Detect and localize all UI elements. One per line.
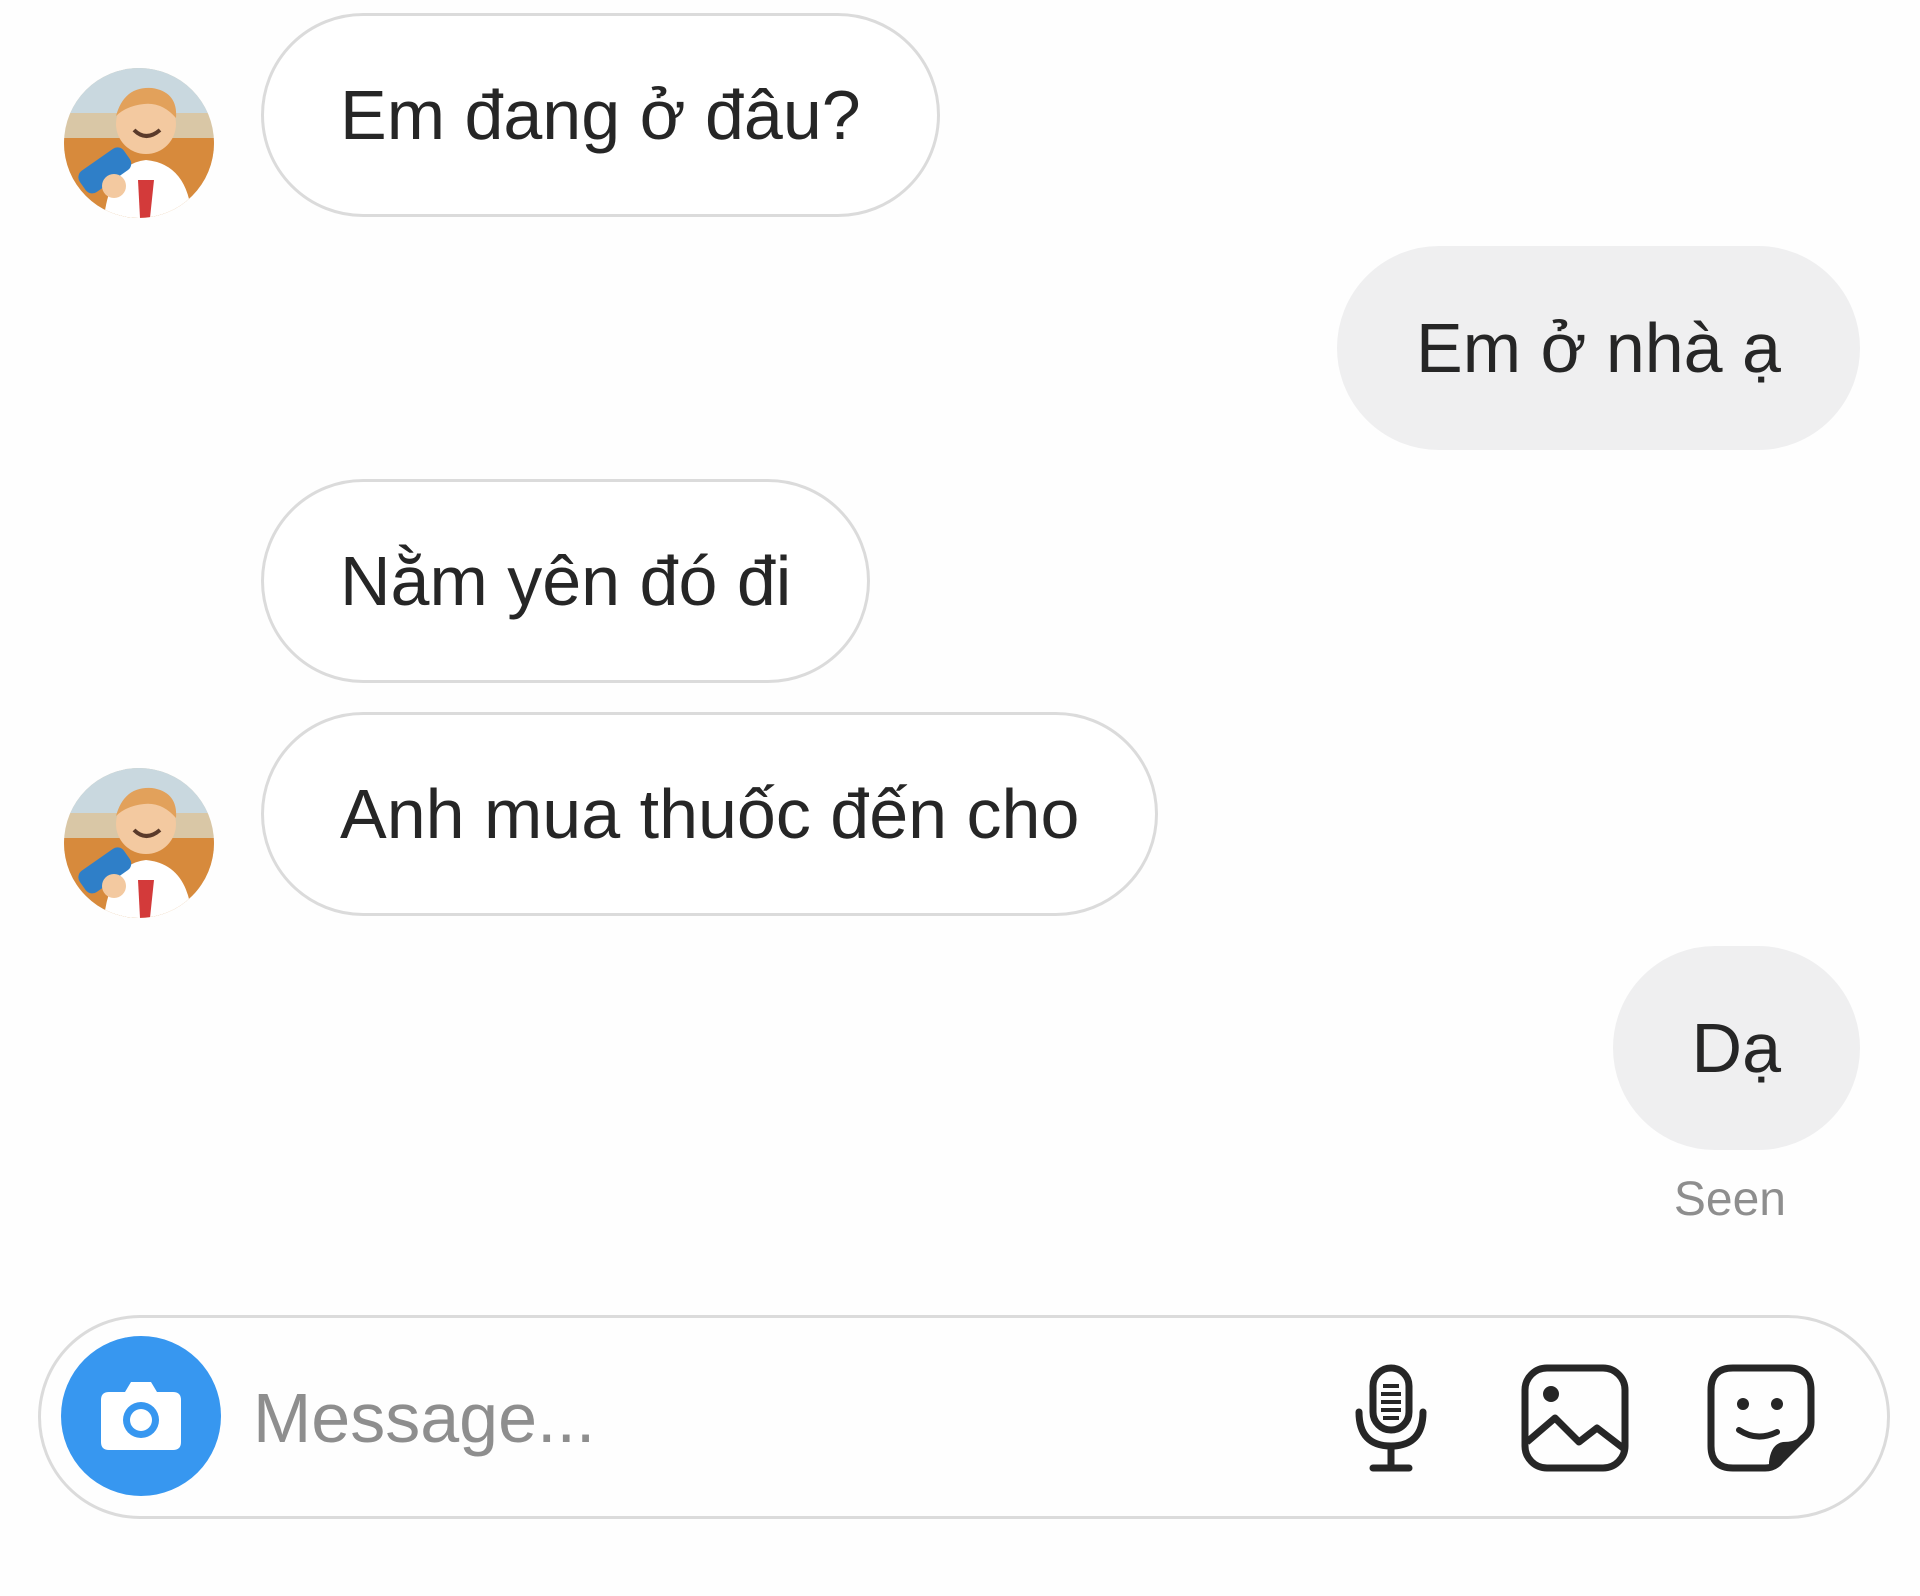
seen-status: Seen — [1673, 1173, 1786, 1226]
message-bubble-incoming[interactable]: Anh mua thuốc đến cho — [261, 712, 1159, 916]
contact-avatar-image — [64, 68, 214, 218]
contact-avatar[interactable] — [64, 768, 214, 918]
message-bubble-outgoing[interactable]: Dạ — [1612, 946, 1860, 1150]
message-text: Em đang ở đâu? — [340, 76, 861, 154]
camera-icon — [101, 1382, 181, 1450]
message-text: Em ở nhà ạ — [1416, 309, 1781, 387]
contact-avatar-image — [64, 768, 214, 918]
sticker-button[interactable] — [1701, 1358, 1821, 1478]
gallery-icon — [1521, 1364, 1629, 1472]
message-text: Anh mua thuốc đến cho — [340, 775, 1080, 853]
message-input[interactable] — [253, 1360, 1303, 1476]
sticker-icon — [1707, 1364, 1815, 1472]
camera-button[interactable] — [61, 1336, 221, 1496]
message-text: Dạ — [1691, 1009, 1781, 1087]
message-bubble-incoming[interactable]: Nằm yên đó đi — [261, 479, 871, 683]
message-bubble-outgoing[interactable]: Em ở nhà ạ — [1337, 246, 1860, 450]
contact-avatar[interactable] — [64, 68, 214, 218]
message-text: Nằm yên đó đi — [340, 542, 792, 620]
microphone-icon — [1355, 1364, 1427, 1472]
message-composer — [38, 1315, 1890, 1519]
message-bubble-incoming[interactable]: Em đang ở đâu? — [261, 13, 940, 217]
voice-message-button[interactable] — [1331, 1358, 1451, 1478]
gallery-button[interactable] — [1515, 1358, 1635, 1478]
